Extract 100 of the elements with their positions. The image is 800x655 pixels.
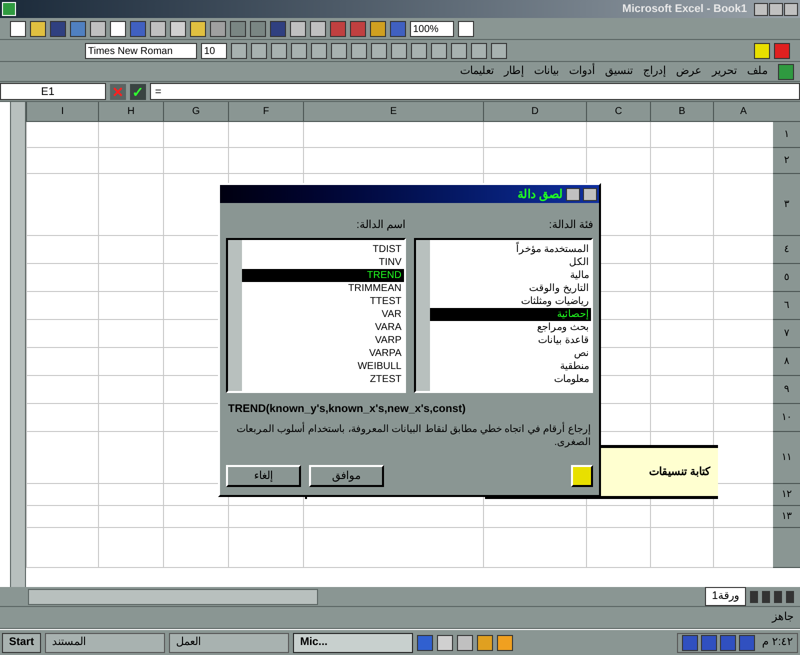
column-header[interactable]: D [483,102,586,122]
sheet-cell[interactable] [713,376,773,404]
list-item[interactable]: رياضيات ومثلثات [430,294,591,308]
list-item[interactable]: TINV [242,256,404,268]
sheet-cell[interactable] [483,148,586,174]
sheet-cell[interactable] [650,404,713,432]
zoom-field[interactable]: 100% [410,20,454,36]
start-button[interactable]: Start [2,632,42,652]
sheet-cell[interactable] [98,122,163,148]
sheet-cell[interactable] [650,174,713,236]
sheet-cell[interactable] [163,148,228,174]
list-item[interactable]: التاريخ والوقت [430,282,591,294]
list-item[interactable]: ZTEST [242,372,404,386]
sheet-cell[interactable] [98,506,163,528]
sheet-cell[interactable] [26,148,98,174]
list-item[interactable]: VAR [242,308,404,320]
sheet-cell[interactable] [303,506,483,528]
enter-button[interactable]: ✓ [130,84,146,100]
sheet-cell[interactable] [483,528,586,568]
row-header[interactable]: ١٣ [773,506,800,528]
row-header[interactable]: ٥ [773,264,800,292]
column-header[interactable]: F [228,102,303,122]
sheet-cell[interactable] [98,376,163,404]
sheet-tab[interactable]: ورقة1 [704,587,746,606]
sheet-cell[interactable] [650,376,713,404]
list-item[interactable]: الكل [430,256,591,268]
sheet-cell[interactable] [586,528,650,568]
row-header[interactable]: ٨ [773,348,800,376]
sheet-cell[interactable] [228,506,303,528]
sheet-cell[interactable] [713,264,773,292]
vertical-scrollbar[interactable] [10,102,26,587]
sheet-cell[interactable] [650,320,713,348]
sheet-cell[interactable] [228,122,303,148]
sheet-cell[interactable] [26,484,98,506]
row-header[interactable]: ٤ [773,236,800,264]
minimize-button[interactable] [754,2,768,16]
taskbar-button[interactable]: العمل [169,632,290,652]
list-item[interactable]: WEIBULL [242,360,404,372]
help-button[interactable] [566,188,580,200]
row-header[interactable]: ٩ [773,376,800,404]
close-button[interactable] [784,2,798,16]
menu-item[interactable]: تنسيق [605,63,633,80]
list-item[interactable]: TTEST [242,294,404,308]
row-header[interactable]: ١ [773,122,800,148]
sheet-cell[interactable] [713,236,773,264]
list-item[interactable]: مالية [430,268,591,282]
column-header[interactable]: B [650,102,713,122]
sheet-cell[interactable] [26,292,98,320]
sheet-cell[interactable] [163,122,228,148]
list-scrollbar[interactable] [416,240,430,390]
list-item[interactable]: نص [430,346,591,360]
sheet-cell[interactable] [713,506,773,528]
sheet-cell[interactable] [163,528,228,568]
row-header[interactable] [773,528,800,568]
row-header[interactable]: ٣ [773,174,800,236]
list-item[interactable]: VARPA [242,346,404,360]
sheet-cell[interactable] [98,292,163,320]
column-header[interactable]: G [163,102,228,122]
dialog-button[interactable]: موافق [309,465,384,487]
sheet-cell[interactable] [713,292,773,320]
sheet-cell[interactable] [483,506,586,528]
list-item[interactable]: VARP [242,334,404,346]
sheet-cell[interactable] [26,404,98,432]
sheet-cell[interactable] [586,506,650,528]
row-header[interactable]: ٧ [773,320,800,348]
row-header[interactable]: ٢ [773,148,800,174]
menu-item[interactable]: ملف [747,63,768,80]
row-header[interactable]: ٦ [773,292,800,320]
column-header[interactable]: I [26,102,98,122]
sheet-cell[interactable] [26,174,98,236]
sheet-cell[interactable] [26,506,98,528]
list-scrollbar[interactable] [228,240,242,390]
sheet-cell[interactable] [483,122,586,148]
sheet-cell[interactable] [98,432,163,484]
list-item[interactable]: المستخدمة مؤخراً [430,242,591,256]
font-name-field[interactable]: Times New Roman [85,42,197,58]
sheet-cell[interactable] [586,148,650,174]
sheet-cell[interactable] [98,148,163,174]
menu-item[interactable]: تعليمات [460,63,494,80]
column-header[interactable]: C [586,102,650,122]
dialog-button[interactable]: إلغاء [226,465,301,487]
row-header[interactable]: ١١ [773,432,800,484]
list-item[interactable]: قاعدة بيانات [430,334,591,346]
sheet-cell[interactable] [98,484,163,506]
menu-item[interactable]: بيانات [534,63,559,80]
sheet-cell[interactable] [650,348,713,376]
sheet-cell[interactable] [713,122,773,148]
taskbar-button[interactable]: المستند [45,632,166,652]
sheet-cell[interactable] [163,506,228,528]
name-box[interactable]: E1 [0,83,106,100]
sheet-cell[interactable] [98,174,163,236]
sheet-cell[interactable] [98,320,163,348]
list-item[interactable]: VARA [242,320,404,334]
sheet-cell[interactable] [228,528,303,568]
sheet-cell[interactable] [713,148,773,174]
sheet-cell[interactable] [303,122,483,148]
list-item[interactable]: TDIST [242,242,404,256]
list-item[interactable]: TREND [242,268,404,282]
sheet-cell[interactable] [650,236,713,264]
sheet-cell[interactable] [98,404,163,432]
